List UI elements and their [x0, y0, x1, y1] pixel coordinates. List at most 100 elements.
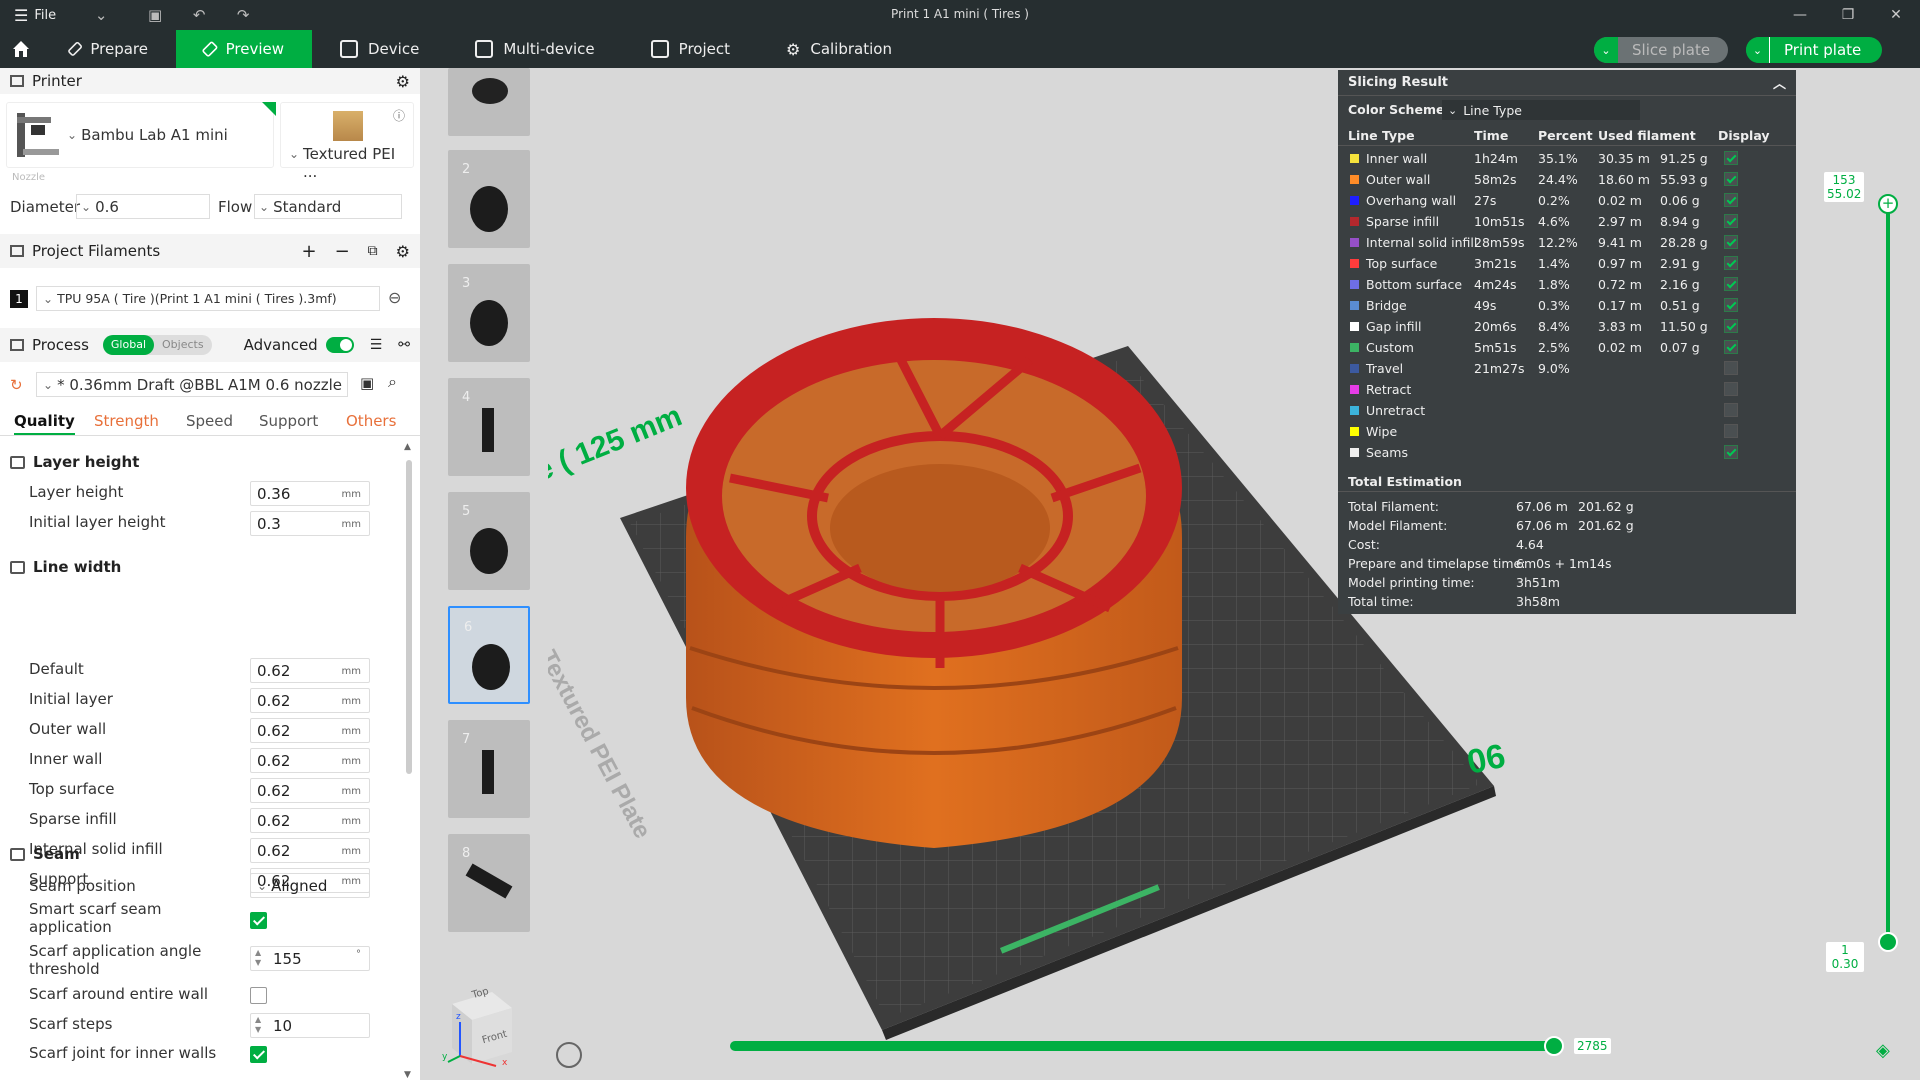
redo-icon[interactable]: ↷: [232, 4, 254, 26]
compare-icon[interactable]: ⚯: [398, 337, 410, 353]
display-checkbox[interactable]: [1724, 361, 1738, 375]
line-width-input[interactable]: 0.62 mm: [250, 658, 370, 683]
objects-option[interactable]: Objects: [154, 335, 212, 355]
scarf-steps-input[interactable]: ▲ ▼ 10: [250, 1013, 370, 1038]
display-checkbox[interactable]: [1724, 172, 1738, 186]
tab-multi-device[interactable]: Multi-device: [447, 30, 622, 68]
display-checkbox[interactable]: [1724, 340, 1738, 354]
process-preset-select[interactable]: ⌄ * 0.36mm Draft @BBL A1M 0.6 nozzle: [36, 372, 348, 397]
layer-slider-top-handle[interactable]: +: [1878, 194, 1898, 214]
line-width-input[interactable]: 0.62 mm: [250, 778, 370, 803]
display-checkbox[interactable]: [1724, 277, 1738, 291]
global-objects-toggle[interactable]: Global Objects: [102, 335, 212, 355]
filament-slot[interactable]: 1: [10, 290, 28, 308]
undo-icon[interactable]: ↶: [188, 4, 210, 26]
plate-thumb-7[interactable]: 7: [448, 720, 530, 818]
global-option[interactable]: Global: [102, 335, 154, 355]
scarf-angle-input[interactable]: ▲ ▼ 155 °: [250, 946, 370, 971]
info-icon[interactable]: ⓘ: [393, 107, 405, 124]
flow-select[interactable]: ⌄ Standard: [254, 194, 402, 219]
plate-card[interactable]: ⓘ ⌄ Textured PEI ...: [280, 102, 414, 181]
seam-position-select[interactable]: ⌄ Aligned: [250, 873, 370, 898]
display-checkbox[interactable]: [1724, 214, 1738, 228]
display-checkbox[interactable]: [1724, 256, 1738, 270]
minimize-icon[interactable]: —: [1776, 0, 1824, 30]
home-button[interactable]: [0, 30, 42, 68]
plate-thumb-8[interactable]: 8: [448, 834, 530, 932]
display-checkbox[interactable]: [1724, 403, 1738, 417]
plate-thumb-1[interactable]: [448, 68, 530, 136]
print-plate-button[interactable]: ⌄ Print plate: [1746, 37, 1882, 63]
printer-card[interactable]: ⌄ Bambu Lab A1 mini: [6, 102, 274, 168]
scarf-inner-checkbox[interactable]: [250, 1046, 267, 1063]
layers-view-icon[interactable]: ◈: [1876, 1040, 1890, 1061]
plate-thumb-3[interactable]: 3: [448, 264, 530, 362]
line-width-input[interactable]: 0.62 mm: [250, 808, 370, 833]
scarf-entire-checkbox[interactable]: [250, 987, 267, 1004]
diameter-select[interactable]: ⌄ 0.6: [76, 194, 210, 219]
chevron-down-icon[interactable]: ⌄: [1594, 37, 1618, 63]
line-width-input[interactable]: 0.62 mm: [250, 838, 370, 863]
display-checkbox[interactable]: [1724, 424, 1738, 438]
list-icon[interactable]: ☰: [370, 337, 383, 353]
chevron-down-icon[interactable]: ⌄: [1746, 37, 1770, 63]
color-scheme-select[interactable]: ⌄ Line Type: [1442, 100, 1640, 120]
close-icon[interactable]: ✕: [1872, 0, 1920, 30]
save-icon[interactable]: ▣: [144, 4, 166, 26]
reset-icon[interactable]: ↻: [10, 376, 23, 394]
search-icon[interactable]: ⌕: [388, 372, 397, 392]
plate-thumb-2[interactable]: 2: [448, 150, 530, 248]
layer-height-input[interactable]: 0.36 mm: [250, 481, 370, 506]
tab-preview[interactable]: Preview: [176, 30, 312, 68]
plate-thumb-6[interactable]: 6: [448, 606, 530, 704]
display-checkbox[interactable]: [1724, 235, 1738, 249]
plate-thumb-4[interactable]: 4: [448, 378, 530, 476]
tab-project[interactable]: Project: [623, 30, 758, 68]
tab-speed[interactable]: Speed: [186, 412, 233, 430]
add-icon[interactable]: +: [301, 241, 316, 262]
chevron-down-icon[interactable]: ⌄: [90, 4, 112, 26]
tab-prepare[interactable]: Prepare: [42, 30, 176, 68]
save-preset-icon[interactable]: ▣: [360, 374, 374, 392]
display-checkbox[interactable]: [1724, 151, 1738, 165]
slice-plate-button[interactable]: ⌄ Slice plate: [1594, 37, 1728, 63]
layer-slider-bottom-handle[interactable]: [1878, 932, 1898, 952]
move-slider-track[interactable]: [730, 1041, 1556, 1051]
sync-icon[interactable]: ⧉: [368, 243, 378, 259]
smart-scarf-checkbox[interactable]: [250, 912, 267, 929]
line-width-input[interactable]: 0.62 mm: [250, 688, 370, 713]
scroll-thumb[interactable]: [406, 460, 412, 774]
display-checkbox[interactable]: [1724, 298, 1738, 312]
tab-device[interactable]: Device: [312, 30, 447, 68]
display-checkbox[interactable]: [1724, 382, 1738, 396]
layer-slider-track[interactable]: [1886, 200, 1890, 942]
advanced-toggle[interactable]: [325, 337, 354, 353]
stepper-icon[interactable]: ▲ ▼: [255, 1015, 261, 1035]
fit-view-icon[interactable]: [556, 1042, 582, 1068]
display-checkbox[interactable]: [1724, 193, 1738, 207]
gear-icon[interactable]: ⚙: [396, 72, 410, 91]
view-cube[interactable]: Top Front x y z: [442, 974, 514, 1070]
tab-others[interactable]: Others: [346, 412, 396, 430]
filament-select[interactable]: ⌄ TPU 95A ( Tire )(Print 1 A1 mini ( Tir…: [36, 286, 380, 311]
filament-more-icon[interactable]: ⊖: [388, 288, 401, 307]
scroll-up-icon[interactable]: ▲: [404, 442, 411, 452]
file-menu[interactable]: ☰ File: [0, 6, 70, 25]
remove-icon[interactable]: −: [335, 241, 350, 262]
stepper-icon[interactable]: ▲ ▼: [255, 948, 261, 968]
tab-quality[interactable]: Quality: [14, 412, 75, 435]
collapse-icon[interactable]: ︿: [1773, 73, 1786, 92]
plate-thumb-5[interactable]: 5: [448, 492, 530, 590]
display-checkbox[interactable]: [1724, 319, 1738, 333]
tab-calibration[interactable]: ⚙ Calibration: [758, 30, 920, 68]
initial-layer-height-input[interactable]: 0.3 mm: [250, 511, 370, 536]
display-checkbox[interactable]: [1724, 445, 1738, 459]
gear-icon[interactable]: ⚙: [396, 242, 410, 261]
move-slider-handle[interactable]: [1544, 1036, 1564, 1056]
maximize-icon[interactable]: ❐: [1824, 0, 1872, 30]
tab-support[interactable]: Support: [259, 412, 318, 430]
tab-strength[interactable]: Strength: [94, 412, 159, 430]
scroll-down-icon[interactable]: ▼: [404, 1070, 411, 1080]
line-width-input[interactable]: 0.62 mm: [250, 748, 370, 773]
line-width-input[interactable]: 0.62 mm: [250, 718, 370, 743]
